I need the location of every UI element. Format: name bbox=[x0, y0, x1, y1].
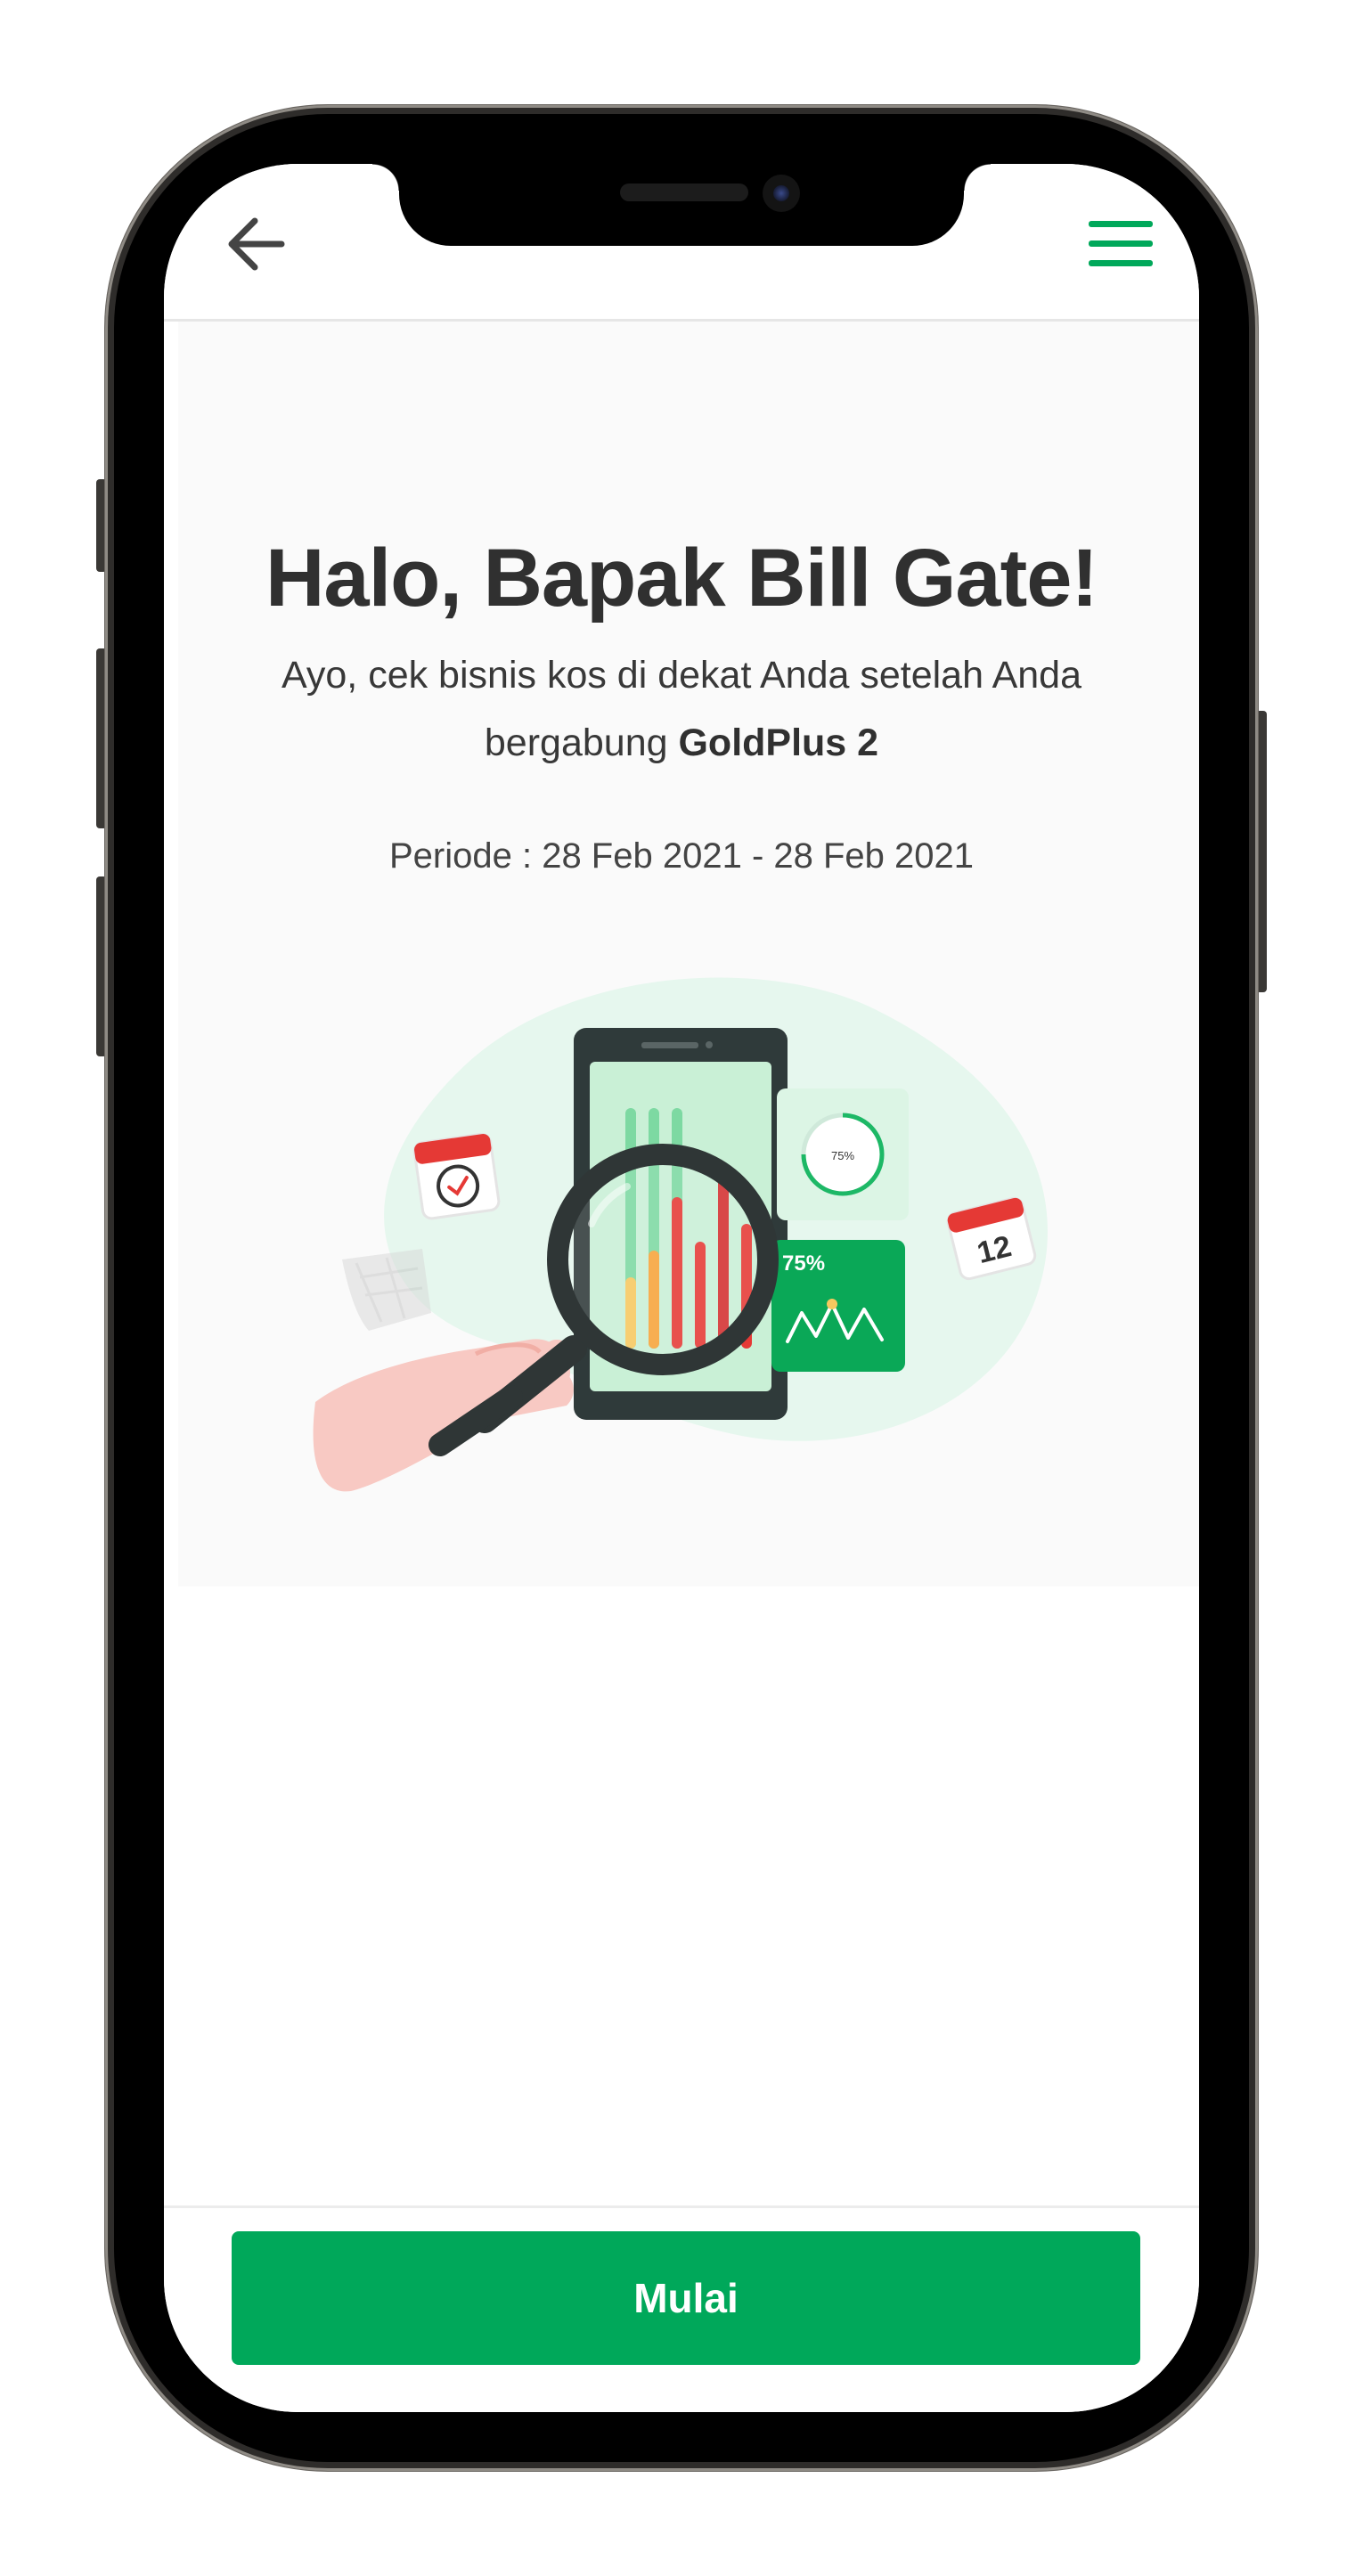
back-button[interactable] bbox=[223, 210, 290, 278]
illustration-svg: 12 75% 75% bbox=[313, 977, 1048, 1492]
gauge-card: 75% bbox=[777, 1088, 909, 1220]
package-name: GoldPlus 2 bbox=[678, 721, 879, 764]
menu-button[interactable] bbox=[1085, 216, 1156, 273]
hamburger-menu-icon bbox=[1089, 221, 1153, 266]
front-camera bbox=[763, 175, 800, 212]
gauge-label: 75% bbox=[831, 1149, 854, 1162]
period-text: Periode : 28 Feb 2021 - 28 Feb 2021 bbox=[388, 836, 974, 876]
arrow-left-icon bbox=[228, 217, 285, 271]
calendar-clock-icon bbox=[412, 1132, 501, 1220]
stats-card: 75% bbox=[771, 1240, 905, 1372]
footer-bar: Mulai bbox=[164, 2205, 1199, 2412]
earpiece-speaker bbox=[620, 183, 748, 201]
subtitle: Ayo, cek bisnis kos di dekat Anda setela… bbox=[217, 641, 1146, 777]
notch bbox=[372, 164, 991, 246]
phone-screen: Halo, Bapak Bill Gate! Ayo, cek bisnis k… bbox=[164, 164, 1199, 2412]
hand-icon bbox=[313, 1339, 574, 1492]
greeting-title: Halo, Bapak Bill Gate! bbox=[265, 533, 1098, 624]
start-button[interactable]: Mulai bbox=[232, 2231, 1140, 2365]
analytics-illustration: 12 75% 75% bbox=[306, 957, 1090, 1509]
paper-sheet-icon bbox=[342, 1249, 431, 1331]
stats-card-label: 75% bbox=[782, 1251, 825, 1276]
